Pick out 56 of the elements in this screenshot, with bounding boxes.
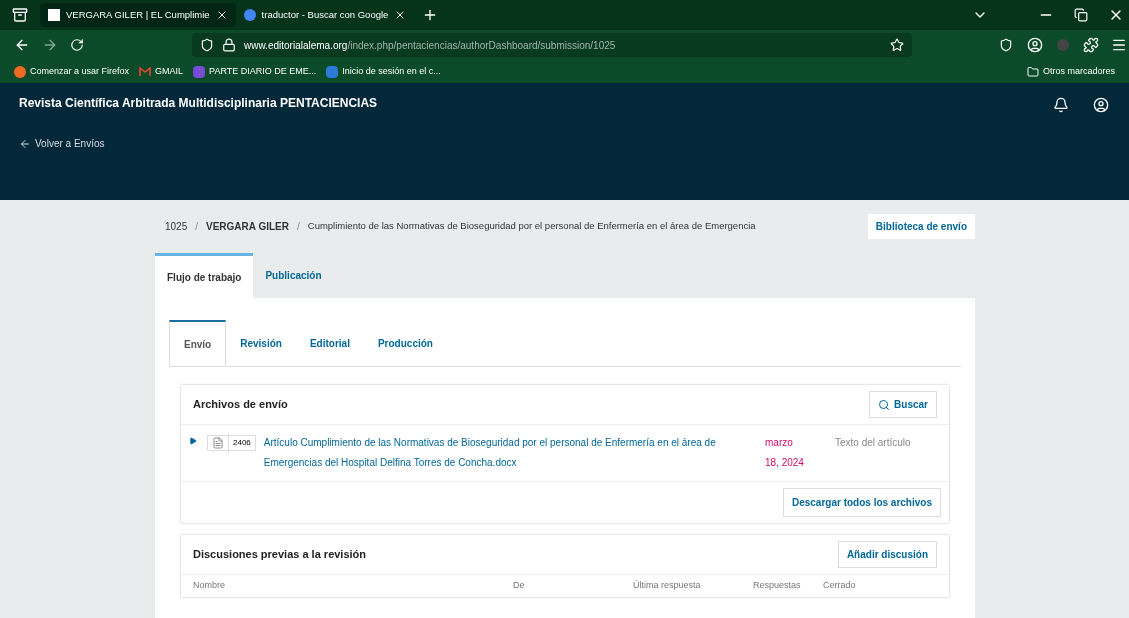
back-icon[interactable] — [14, 37, 30, 53]
expand-icon[interactable] — [189, 437, 197, 445]
menu-icon[interactable] — [1111, 37, 1127, 53]
bookmark-item[interactable]: PARTE DIARIO DE EME... — [193, 64, 317, 79]
column-header: Cerrado — [823, 579, 857, 592]
file-date: marzo 18, 2024 — [765, 436, 805, 470]
submission-title: Cumplimiento de las Normativas de Bioseguridad por el personal de Enfermería en el área de Emergencia — [307, 218, 756, 233]
separator: / — [297, 219, 300, 234]
bookmark-star-icon[interactable] — [890, 38, 904, 52]
reload-icon[interactable] — [70, 38, 84, 52]
file-link[interactable]: Artículo Cumplimiento de las Normativas de Bioseguridad por el personal de Enfermería en el área de Emergencias del Hospital Delfina Torres de Concha.docx — [263, 433, 727, 473]
folder-icon — [1026, 65, 1039, 78]
lock-icon — [222, 38, 236, 52]
column-header: Última respuesta — [633, 579, 702, 592]
browser-tab[interactable]: VERGARA GILER | EL Cumplimie — [40, 3, 236, 27]
card-title: Discusiones previas a la revisión — [193, 547, 367, 563]
bookmark-folder[interactable]: Otros marcadores — [1026, 64, 1115, 79]
column-header: De — [513, 579, 526, 592]
author-name: VERGARA GILER — [206, 219, 289, 234]
file-type: Texto del artículo — [835, 436, 911, 450]
search-button[interactable]: Buscar — [869, 391, 937, 418]
separator: / — [195, 219, 199, 234]
submission-id: 1025 — [165, 219, 188, 234]
restore-icon[interactable] — [1074, 8, 1088, 22]
notification-bell-icon[interactable] — [1053, 97, 1069, 113]
file-icon — [212, 437, 224, 449]
puzzle-icon[interactable] — [1083, 37, 1099, 53]
site-title: Revista Científica Arbitrada Multidisciplinaria PENTACIENCIAS — [19, 95, 378, 112]
shield-icon — [200, 38, 214, 52]
column-header: Respuestas — [753, 579, 802, 592]
arrow-left-icon — [19, 137, 31, 150]
site-favicon-icon — [48, 9, 60, 21]
bookmark-item[interactable]: GMAIL — [139, 64, 184, 79]
stage-tab[interactable]: Revisión — [226, 320, 296, 366]
user-icon[interactable] — [1093, 97, 1109, 113]
add-discussion-button[interactable]: Añadir discusión — [837, 541, 937, 568]
stage-tab[interactable]: Editorial — [295, 320, 364, 366]
mail-icon — [139, 66, 152, 77]
back-link[interactable]: Volver a Envíos — [35, 136, 105, 151]
search-icon — [878, 398, 891, 411]
main-tab[interactable]: Publicación — [253, 253, 334, 298]
browser-tab[interactable]: traductor - Buscar con Google — [235, 3, 415, 27]
account-icon[interactable] — [1027, 37, 1043, 53]
stage-tab[interactable]: Envío — [169, 320, 227, 366]
download-all-button[interactable]: Descargar todos los archivos — [782, 488, 941, 517]
bookmark-item[interactable]: Inicio de sesión en el c... — [326, 64, 441, 79]
column-header: Nombre — [193, 579, 226, 592]
bookmark-item[interactable]: Comenzar a usar Firefox — [14, 64, 130, 79]
library-button[interactable]: Biblioteca de envío — [867, 213, 975, 239]
url-text: www.editorialalema.org/index.php/pentaciencias/authorDashboard/submission/1025 — [244, 38, 617, 53]
tab-list-icon[interactable] — [12, 7, 28, 23]
file-id: 2406 — [207, 435, 256, 451]
card-title: Archivos de envío — [193, 397, 288, 413]
main-tab[interactable]: Flujo de trabajo — [155, 253, 254, 298]
address-bar[interactable]: www.editorialalema.org/index.php/pentaciencias/authorDashboard/submission/1025 — [192, 33, 912, 57]
stage-tab[interactable]: Producción — [363, 320, 447, 366]
